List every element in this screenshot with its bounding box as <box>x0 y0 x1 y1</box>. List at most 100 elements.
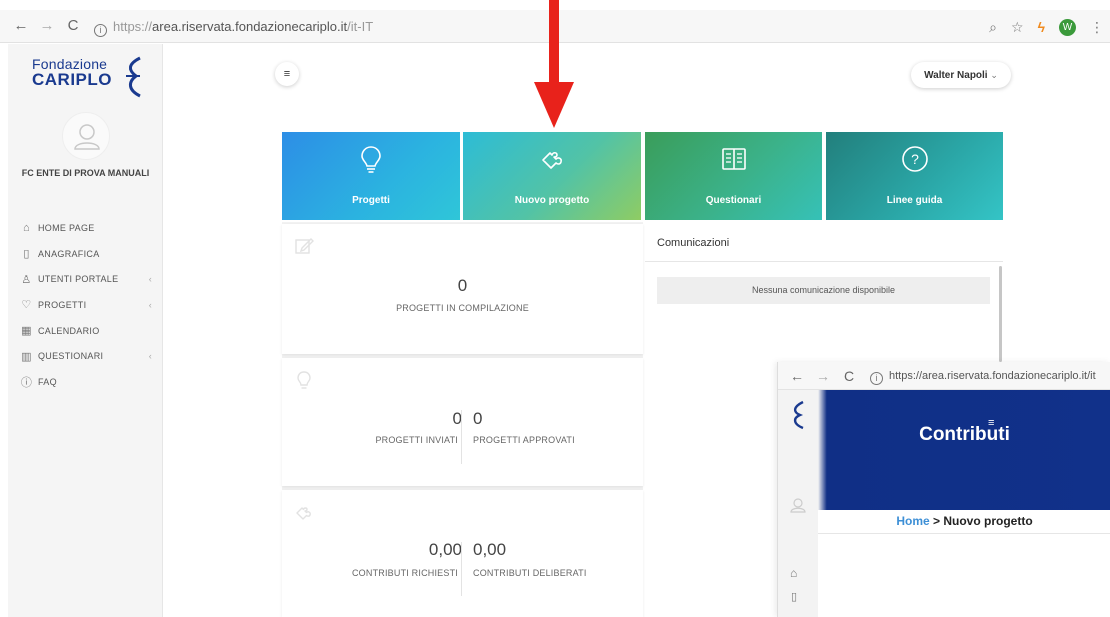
user-name: Walter Napoli <box>924 70 988 81</box>
lightbulb-icon <box>361 146 381 173</box>
calendar-icon: ▦ <box>21 325 32 338</box>
bookmark-star-icon[interactable]: ☆ <box>1011 19 1024 36</box>
chevron-left-icon: ‹ <box>148 351 152 362</box>
back-arrow-icon[interactable]: ← <box>12 17 30 35</box>
extension-bolt-icon[interactable]: ϟ <box>1038 19 1045 35</box>
sidebar-item-faq[interactable]: ⓘ FAQ <box>20 369 160 395</box>
question-icon: ? <box>901 146 928 172</box>
stat-label: CONTRIBUTI RICHIESTI <box>351 568 458 578</box>
stat-label: PROGETTI IN COMPILAZIONE <box>396 303 529 313</box>
sidebar-item-questionari[interactable]: ▥ QUESTIONARI ‹ <box>20 343 160 369</box>
puzzle-icon <box>296 507 311 520</box>
inset-screenshot: ← → C i https://area.riservata.fondazione… <box>777 362 1110 617</box>
user-avatar <box>62 112 110 160</box>
logo-mark-icon <box>793 400 804 430</box>
tile-label: Linee guida <box>886 195 943 206</box>
logo-mark-icon <box>126 56 141 98</box>
stat-label: PROGETTI APPROVATI <box>473 435 575 445</box>
svg-text:?: ? <box>911 151 919 167</box>
sidebar-item-label: PROGETTI <box>38 299 87 310</box>
puzzle-icon <box>542 151 562 169</box>
tile-questionari[interactable]: Questionari <box>645 132 822 220</box>
empty-message: Nessuna comunicazione disponibile <box>657 277 990 304</box>
sidebar-menu: ⌂ HOME PAGE ▯ ANAGRAFICA ♙ UTENTI PORTAL… <box>20 215 160 395</box>
card-icon[interactable]: ▯ <box>791 590 797 603</box>
sidebar-item-home[interactable]: ⌂ HOME PAGE <box>20 215 160 241</box>
inset-sidebar: ⌂ ▯ <box>778 390 818 617</box>
divider <box>461 410 462 464</box>
tile-nuovo-progetto[interactable]: Nuovo progetto <box>463 132 641 220</box>
sidebar-item-label: ANAGRAFICA <box>38 248 100 259</box>
tile-label: Questionari <box>705 195 762 206</box>
user-menu-button[interactable]: Walter Napoli ⌄ <box>911 62 1011 88</box>
edit-icon <box>295 238 314 254</box>
profile-avatar[interactable]: W <box>1059 18 1076 36</box>
user-icon <box>790 498 806 513</box>
tile-label: Nuovo progetto <box>514 195 590 206</box>
info-icon[interactable]: i <box>94 24 107 37</box>
breadcrumb-home-link[interactable]: Home <box>896 514 929 528</box>
forward-arrow-icon[interactable]: → <box>38 17 56 35</box>
stat-value: 0 <box>457 276 468 295</box>
chevron-down-icon: ⌄ <box>990 70 998 80</box>
fondazione-cariplo-logo[interactable]: Fondazione CARIPLO <box>32 56 152 106</box>
forward-arrow-icon[interactable]: → <box>814 367 832 385</box>
menu-toggle-button[interactable]: ≡ <box>275 62 299 86</box>
info-icon: ⓘ <box>20 376 33 389</box>
stat-value: 0,00 <box>428 540 462 559</box>
lightbulb-icon <box>297 371 311 389</box>
sidebar-item-label: QUESTIONARI <box>38 351 104 362</box>
back-arrow-icon[interactable]: ← <box>788 367 806 385</box>
url-path: /it-IT <box>347 19 374 34</box>
home-icon: ⌂ <box>23 221 30 234</box>
zoom-icon[interactable]: ⌕ <box>989 19 997 36</box>
book-icon <box>721 148 746 170</box>
scrollbar[interactable] <box>999 266 1002 362</box>
chevron-left-icon: ‹ <box>148 299 152 310</box>
breadcrumb: Home > Nuovo progetto <box>818 514 1110 528</box>
stat-label: CONTRIBUTI DELIBERATI <box>473 568 587 578</box>
stat-value: 0 <box>473 409 483 428</box>
stat-card-contributi: 0,00 CONTRIBUTI RICHIESTI 0,00 CONTRIBUT… <box>282 490 643 617</box>
info-icon: i <box>870 372 883 385</box>
chevron-left-icon: ‹ <box>148 274 152 285</box>
stat-card-compilazione: 0 PROGETTI IN COMPILAZIONE <box>282 224 643 354</box>
tile-linee-guida[interactable]: ? Linee guida <box>826 132 1003 220</box>
card-icon: ▯ <box>23 248 30 261</box>
sidebar-item-label: UTENTI PORTALE <box>38 274 119 285</box>
sidebar-item-progetti[interactable]: ♡ PROGETTI ‹ <box>20 292 160 318</box>
stat-card-progetti: 0 PROGETTI INVIATI 0 PROGETTI APPROVATI <box>282 358 643 486</box>
inset-page-title: Contributi <box>919 424 1010 445</box>
sidebar-item-label: CALENDARIO <box>38 325 100 336</box>
organization-name: FC ENTE DI PROVA MANUALI <box>21 168 150 178</box>
sidebar-item-utenti-portale[interactable]: ♙ UTENTI PORTALE ‹ <box>20 266 160 292</box>
sidebar-item-calendario[interactable]: ▦ CALENDARIO <box>20 318 160 344</box>
divider <box>818 533 1110 534</box>
divider <box>461 542 462 596</box>
home-icon[interactable]: ⌂ <box>790 566 797 580</box>
inset-hero-banner: ≡ <box>818 390 1110 510</box>
lightbulb-icon: ♡ <box>21 299 32 312</box>
reload-icon[interactable]: C <box>840 367 858 385</box>
kebab-menu-icon[interactable]: ⋮ <box>1090 19 1104 36</box>
breadcrumb-current: > Nuovo progetto <box>929 514 1033 528</box>
comunicazioni-title: Comunicazioni <box>645 224 1003 262</box>
red-arrow-annotation <box>534 0 574 128</box>
users-icon: ♙ <box>21 273 32 286</box>
address-bar[interactable]: i https://area.riservata.fondazionecaripl… <box>94 16 1094 37</box>
user-icon <box>74 124 100 150</box>
reload-icon[interactable]: C <box>64 17 82 35</box>
tile-progetti[interactable]: Progetti <box>282 132 460 220</box>
book-icon: ▥ <box>21 350 32 363</box>
inset-url-text: https://area.riservata.fondazionecariplo… <box>889 370 1096 382</box>
sidebar-item-label: FAQ <box>38 376 57 387</box>
sidebar-item-anagrafica[interactable]: ▯ ANAGRAFICA <box>20 241 160 267</box>
url-host: area.riservata.fondazionecariplo.it <box>152 19 348 34</box>
stat-value: 0,00 <box>473 540 507 559</box>
inset-address-bar[interactable]: i https://area.riservata.fondazionecaripl… <box>870 367 1096 385</box>
sidebar-item-label: HOME PAGE <box>38 222 95 233</box>
stat-label: PROGETTI INVIATI <box>375 435 458 445</box>
browser-actions: ⌕ ☆ ϟ W ⋮ <box>989 17 1104 37</box>
sidebar: Fondazione CARIPLO FC ENTE DI PROVA MANU… <box>8 44 163 617</box>
tile-label: Progetti <box>352 195 390 206</box>
